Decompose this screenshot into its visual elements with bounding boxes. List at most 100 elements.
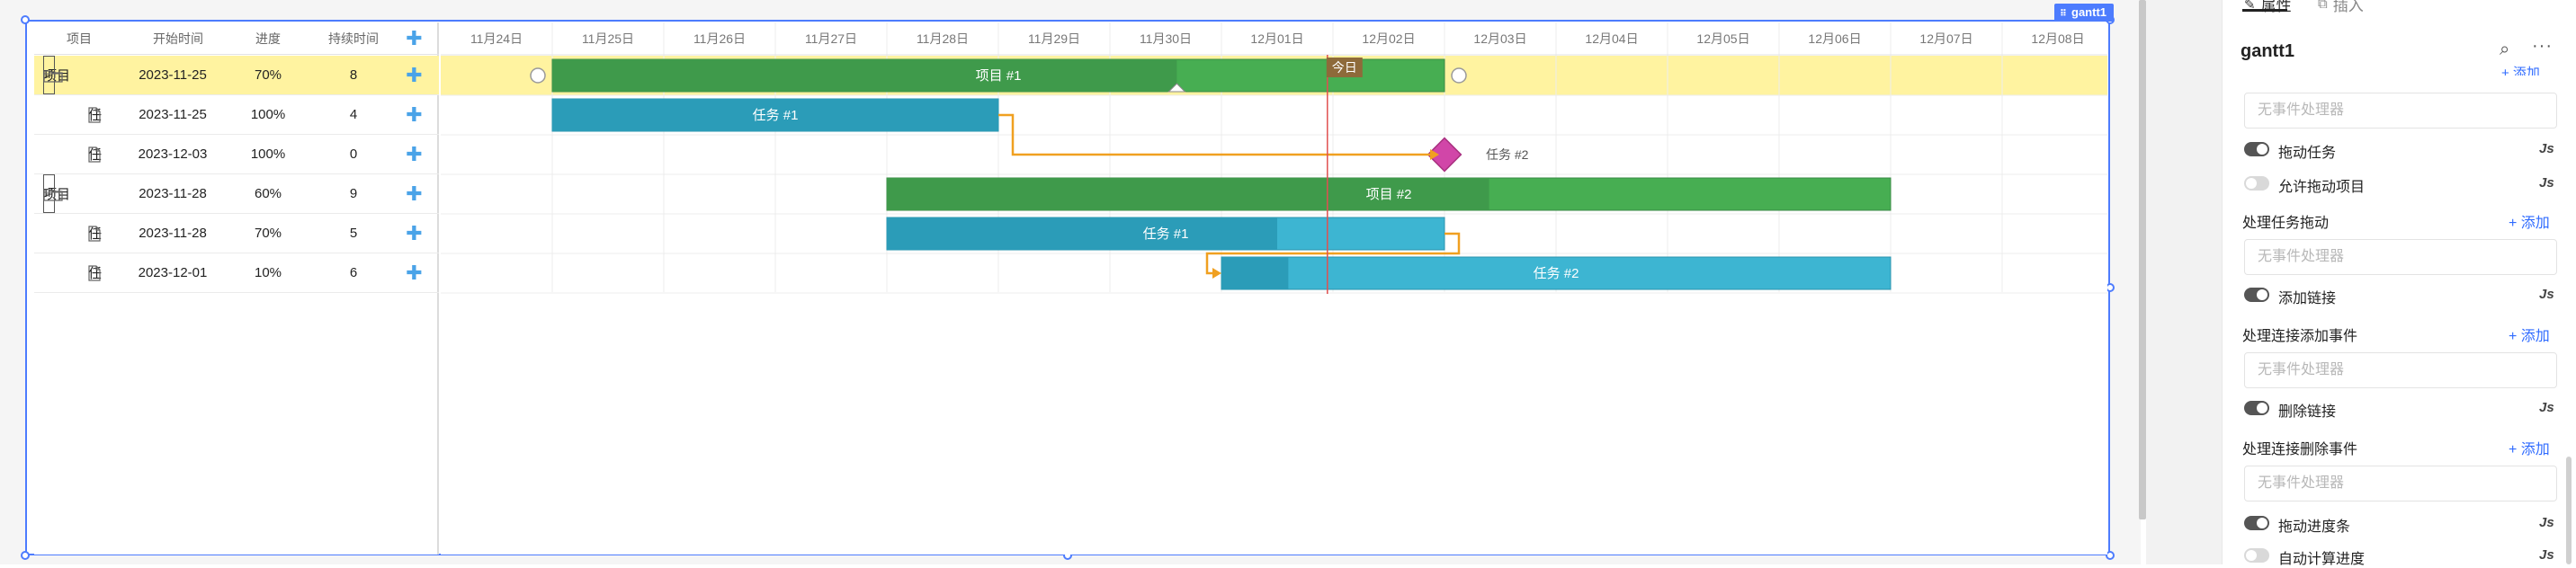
grid-cell-duration: 4 — [349, 107, 358, 122]
drag-dots-icon: ⠿ — [2060, 9, 2067, 19]
timeline-date-label: 11月30日 — [1140, 31, 1192, 46]
add-link-delete-handler-button[interactable]: + 添加 — [2509, 437, 2550, 458]
milestone-label: 任务 #2 — [1486, 147, 1529, 162]
more-options-icon[interactable]: ··· — [2532, 36, 2553, 57]
timeline-date-label: 11月28日 — [917, 31, 969, 46]
link-start-handle[interactable] — [530, 67, 546, 84]
file-icon — [88, 253, 101, 292]
add-subtask-icon[interactable]: ✚ — [389, 135, 439, 173]
search-icon[interactable]: ⌕ — [2500, 40, 2509, 60]
panel-component-title: gantt1 — [2241, 41, 2294, 61]
timeline-date-label: 11月25日 — [582, 31, 634, 46]
add-link-add-handler-button[interactable]: + 添加 — [2509, 324, 2550, 345]
timeline-date-label: 12月08日 — [2031, 31, 2084, 46]
folder-icon — [43, 174, 63, 213]
timeline-date-label: 11月24日 — [470, 31, 523, 46]
js-icon[interactable]: Js — [2539, 175, 2554, 191]
event-handler-input-1[interactable]: 无事件处理器 — [2244, 93, 2557, 129]
js-icon[interactable]: Js — [2539, 515, 2554, 530]
col-header-start[interactable]: 开始时间 — [124, 22, 232, 54]
resize-handle-tl[interactable] — [21, 15, 30, 24]
auto-calc-progress-toggle[interactable] — [2244, 548, 2269, 563]
js-icon[interactable]: Js — [2539, 400, 2554, 415]
add-subtask-icon[interactable]: ✚ — [389, 253, 439, 292]
grid-cell-name: 任 — [88, 95, 102, 134]
add-subtask-icon[interactable]: ✚ — [389, 56, 439, 94]
add-subtask-icon[interactable]: ✚ — [389, 95, 439, 134]
task-bar-progress[interactable] — [1221, 257, 1289, 289]
grid-cell-duration: 6 — [349, 265, 358, 280]
grid-cell-start: 2023-11-28 — [139, 186, 207, 201]
tab-insert[interactable]: ⧉ 插入 — [2318, 0, 2364, 15]
grid-cell-progress: 70% — [254, 67, 282, 83]
file-icon — [88, 214, 101, 253]
js-icon[interactable]: Js — [2539, 287, 2554, 302]
grid-row[interactable]: 任 2023-12-03 100% 0 ✚ — [34, 135, 439, 174]
timeline-date-label: 12月01日 — [1250, 31, 1303, 46]
event-handler-input-3[interactable]: 无事件处理器 — [2244, 352, 2557, 388]
task-bar-label: 任务 #2 — [1534, 266, 1579, 281]
add-subtask-icon[interactable]: ✚ — [389, 174, 439, 213]
drag-task-toggle[interactable] — [2244, 142, 2269, 156]
grid-row[interactable]: 任 2023-11-28 70% 5 ✚ — [34, 214, 439, 253]
link-arrow-head — [1212, 268, 1221, 279]
tab-insert-label: 插入 — [2332, 0, 2364, 14]
col-header-project[interactable]: 项目 — [34, 22, 124, 54]
tab-properties-label: 属性 — [2260, 0, 2292, 14]
allow-drag-project-label: 允许拖动项目 — [2278, 180, 2366, 195]
delete-link-toggle[interactable] — [2244, 401, 2269, 415]
task-bar-label: 任务 #1 — [1143, 226, 1189, 242]
add-subtask-icon[interactable]: ✚ — [389, 214, 439, 253]
allow-drag-project-toggle[interactable] — [2244, 176, 2269, 191]
grid-row[interactable]: − 项目 2023-11-25 70% 8 ✚ — [34, 56, 439, 95]
grid-header: 项目 开始时间 进度 持续时间 ✚ — [34, 22, 439, 55]
auto-calc-progress-label: 自动计算进度 — [2278, 552, 2366, 567]
task-bar-progress[interactable] — [887, 217, 1277, 250]
active-tab-indicator — [2242, 9, 2287, 12]
event-handler-input-2[interactable]: 无事件处理器 — [2244, 239, 2557, 275]
project-bar-progress[interactable] — [552, 59, 1177, 92]
add-task-drag-handler-button[interactable]: + 添加 — [2509, 210, 2550, 232]
add-task-header-icon[interactable]: ✚ — [389, 22, 439, 54]
grid-cell-duration: 5 — [349, 226, 358, 241]
clip-mask — [2223, 75, 2576, 88]
drag-task-label: 拖动任务 — [2278, 146, 2337, 161]
js-icon[interactable]: Js — [2539, 141, 2554, 156]
col-header-progress[interactable]: 进度 — [232, 22, 304, 54]
add-link-toggle[interactable] — [2244, 288, 2269, 302]
tab-properties[interactable]: ✎ 属性 — [2244, 0, 2292, 15]
link-end-handle[interactable] — [1451, 67, 1467, 84]
gantt-grid: 项目 开始时间 进度 持续时间 ✚ − 项目 2023-11-25 70% 8 ✚ 任 202… — [34, 22, 439, 555]
handle-link-add-label: 处理连接添加事件 — [2242, 329, 2358, 344]
grid-row[interactable]: 任 2023-12-01 10% 6 ✚ — [34, 253, 439, 293]
grid-cell-name: 任 — [88, 214, 102, 253]
grid-cell-progress: 70% — [254, 226, 282, 241]
component-name-badge[interactable]: ⠿ gantt1 — [2054, 4, 2114, 22]
resize-handle-bl[interactable] — [21, 551, 30, 560]
grid-row[interactable]: 任 2023-11-25 100% 4 ✚ — [34, 95, 439, 135]
grid-cell-duration: 0 — [349, 146, 358, 162]
canvas-vertical-scrollbar[interactable] — [2139, 0, 2146, 519]
panel-gutter — [2146, 0, 2222, 564]
grid-cell-start: 2023-11-28 — [139, 226, 207, 241]
grid-cell-start: 2023-12-01 — [138, 265, 208, 280]
add-link-label: 添加链接 — [2278, 291, 2337, 306]
component-name-label: gantt1 — [2071, 5, 2106, 19]
grid-row[interactable]: − 项目 2023-11-28 60% 9 ✚ — [34, 174, 439, 214]
timeline-date-label: 11月29日 — [1028, 31, 1080, 46]
timeline-date-label: 12月05日 — [1696, 31, 1749, 46]
event-handler-input-4[interactable]: 无事件处理器 — [2244, 466, 2557, 501]
property-panel: ✎ 属性 ⧉ 插入 gantt1 ⌕ ··· + 添加 无事件处理器 拖动任务 … — [2222, 0, 2576, 567]
today-marker-label: 今日 — [1332, 60, 1357, 75]
grid-cell-start: 2023-11-25 — [139, 107, 207, 122]
panel-scrollbar[interactable] — [2566, 457, 2572, 564]
js-icon[interactable]: Js — [2539, 547, 2554, 563]
task-bar-label: 任务 #1 — [753, 108, 799, 123]
timeline-date-label: 12月02日 — [1362, 31, 1415, 46]
handle-task-drag-label: 处理任务拖动 — [2242, 216, 2330, 231]
col-header-duration[interactable]: 持续时间 — [304, 22, 403, 54]
gantt-timeline: 11月24日 11月25日 11月26日 11月27日 11月28日 11月29日 11月3… — [441, 22, 2107, 555]
timeline-chart: 11月24日 11月25日 11月26日 11月27日 11月28日 11月29日 11月3… — [441, 22, 2107, 294]
timeline-date-label: 12月03日 — [1473, 31, 1526, 46]
drag-progress-toggle[interactable] — [2244, 516, 2269, 530]
